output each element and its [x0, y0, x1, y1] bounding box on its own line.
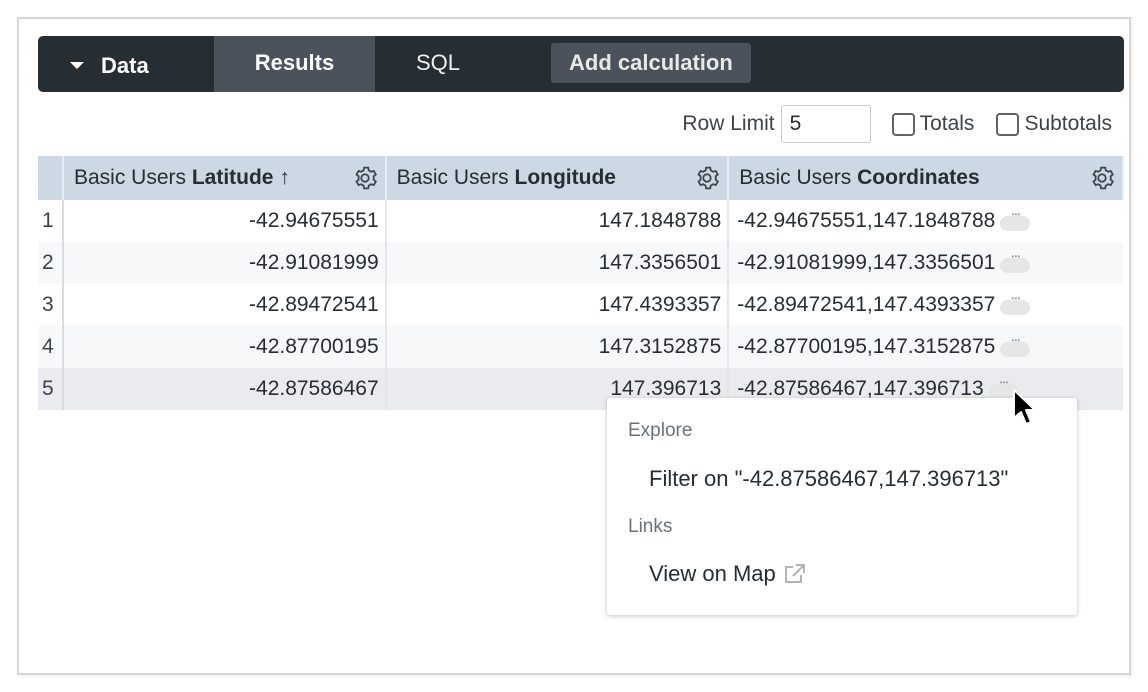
more-options-icon[interactable]	[1000, 294, 1031, 315]
column-header-longitude[interactable]: Basic Users Longitude	[385, 156, 730, 200]
tab-sql[interactable]: SQL	[375, 36, 501, 92]
tab-results[interactable]: Results	[214, 36, 375, 92]
coordinates-cell[interactable]: -42.89472541,147.4393357	[728, 284, 1123, 326]
header-row: Basic Users Latitude ↑ Basic Users Longi…	[38, 156, 1124, 200]
subtotals-label: Subtotals	[1024, 112, 1112, 135]
latitude-cell[interactable]: -42.91081999	[62, 242, 387, 284]
data-section-toggle[interactable]: Data	[38, 36, 214, 92]
gear-icon[interactable]	[1088, 164, 1116, 192]
coordinates-value: -42.91081999,147.3356501	[737, 251, 996, 274]
data-label: Data	[101, 53, 149, 78]
more-options-icon[interactable]	[1000, 252, 1031, 273]
column-header-latitude[interactable]: Basic Users Latitude ↑	[62, 156, 387, 200]
row-limit-label: Row Limit	[682, 112, 775, 135]
cell-actions-menu: Explore Filter on "-42.87586467,147.3967…	[607, 398, 1077, 615]
latitude-cell[interactable]: -42.89472541	[62, 284, 387, 326]
row-index: 2	[38, 242, 64, 284]
add-calculation-button[interactable]: Add calculation	[551, 43, 751, 83]
gear-icon[interactable]	[693, 164, 721, 192]
coordinates-cell[interactable]: -42.94675551,147.1848788	[728, 200, 1123, 242]
more-options-icon[interactable]	[1000, 210, 1031, 231]
sort-ascending-icon: ↑	[279, 166, 290, 189]
row-index: 3	[38, 284, 64, 326]
coordinates-cell[interactable]: -42.91081999,147.3356501	[728, 242, 1123, 284]
subtotals-checkbox[interactable]	[996, 112, 1020, 136]
column-field-label: Latitude	[191, 166, 274, 189]
data-toolbar: Data Results SQL Add calculation	[38, 36, 1124, 92]
external-link-icon	[784, 564, 805, 583]
row-index: 5	[38, 368, 64, 410]
explore-heading: Explore	[628, 420, 693, 441]
gear-icon[interactable]	[351, 164, 379, 192]
more-options-icon[interactable]	[1000, 336, 1031, 357]
column-field-label: Coordinates	[857, 166, 980, 189]
table-row: 3 -42.89472541 147.4393357 -42.89472541,…	[38, 284, 1123, 326]
longitude-cell[interactable]: 147.3152875	[385, 326, 730, 368]
view-on-map-item[interactable]: View on Map	[649, 561, 806, 587]
longitude-cell[interactable]: 147.3356501	[385, 242, 730, 284]
latitude-cell[interactable]: -42.87586467	[62, 368, 387, 410]
results-table: Basic Users Latitude ↑ Basic Users Longi…	[38, 156, 1124, 410]
totals-label: Totals	[919, 112, 975, 135]
table-row: 1 -42.94675551 147.1848788 -42.94675551,…	[38, 200, 1123, 242]
filter-on-value-item[interactable]: Filter on "-42.87586467,147.396713"	[649, 466, 1008, 492]
latitude-cell[interactable]: -42.94675551	[62, 200, 387, 242]
coordinates-value: -42.87700195,147.3152875	[737, 335, 996, 358]
column-view-label: Basic Users	[396, 166, 515, 189]
row-limit-input[interactable]	[780, 105, 871, 143]
caret-down-icon	[70, 61, 84, 69]
row-index-header	[38, 156, 64, 200]
longitude-cell[interactable]: 147.4393357	[385, 284, 730, 326]
coordinates-value: -42.94675551,147.1848788	[737, 209, 996, 232]
row-index: 1	[38, 200, 64, 242]
links-heading: Links	[628, 516, 673, 537]
coordinates-value: -42.87586467,147.396713	[737, 377, 984, 400]
row-index: 4	[38, 326, 64, 368]
column-field-label: Longitude	[514, 166, 616, 189]
table-row: 4 -42.87700195 147.3152875 -42.87700195,…	[38, 326, 1123, 368]
view-on-map-label: View on Map	[649, 561, 776, 586]
column-view-label: Basic Users	[739, 166, 858, 189]
table-row: 2 -42.91081999 147.3356501 -42.91081999,…	[38, 242, 1123, 284]
mouse-pointer-icon	[1013, 389, 1036, 425]
column-view-label: Basic Users	[73, 166, 192, 189]
coordinates-value: -42.89472541,147.4393357	[737, 293, 996, 316]
coordinates-cell[interactable]: -42.87700195,147.3152875	[728, 326, 1123, 368]
column-header-coordinates[interactable]: Basic Users Coordinates	[728, 156, 1124, 200]
results-controls: Row Limit Totals Subtotals	[682, 105, 1112, 143]
latitude-cell[interactable]: -42.87700195	[62, 326, 387, 368]
longitude-cell[interactable]: 147.1848788	[385, 200, 730, 242]
totals-checkbox[interactable]	[891, 112, 915, 136]
